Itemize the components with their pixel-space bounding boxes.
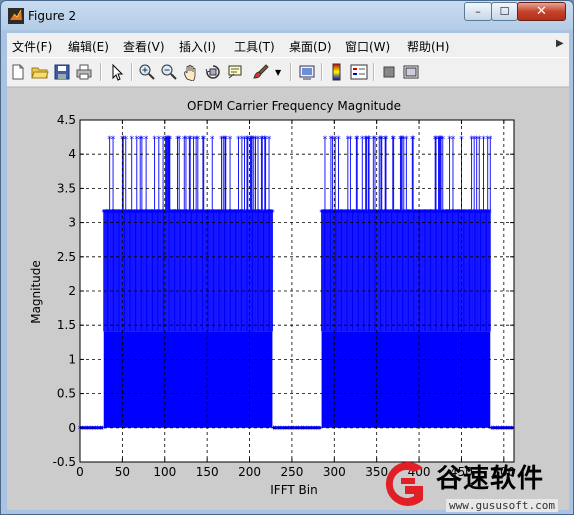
y-tick-label: 3 bbox=[68, 216, 76, 230]
open-icon[interactable] bbox=[31, 63, 49, 81]
series-point: * bbox=[384, 135, 389, 145]
toolbar: ▼ bbox=[7, 57, 569, 87]
brush-dropdown-icon[interactable]: ▼ bbox=[275, 68, 283, 86]
series-point: * bbox=[336, 135, 341, 145]
x-tick-label: 50 bbox=[115, 465, 130, 479]
series-point: * bbox=[451, 135, 456, 145]
close-button[interactable]: ✕ bbox=[517, 2, 566, 21]
edit-plot-arrow-icon[interactable] bbox=[108, 63, 126, 81]
series-point: * bbox=[323, 135, 328, 145]
y-tick-label: 2.5 bbox=[57, 250, 76, 264]
series-point: * bbox=[411, 135, 416, 145]
series-point: * bbox=[404, 135, 409, 145]
series-point: * bbox=[488, 135, 493, 145]
figure-canvas: * * * * * * * * * * * * * * * * * * * * * * * * * * * * * * * * * * * * * * * *… bbox=[7, 88, 569, 510]
series-point: * bbox=[487, 209, 492, 219]
link-plot-icon[interactable] bbox=[298, 63, 316, 81]
series-point: * bbox=[168, 135, 173, 145]
new-figure-icon[interactable] bbox=[9, 63, 27, 81]
series-point: * bbox=[391, 135, 396, 145]
toolbar-separator bbox=[131, 63, 133, 81]
series-point: * bbox=[202, 135, 207, 145]
save-icon[interactable] bbox=[53, 63, 71, 81]
menu-insert[interactable]: 插入(I) bbox=[179, 38, 216, 55]
watermark-url: www.gususoft.com bbox=[446, 499, 558, 512]
x-tick-label: 100 bbox=[153, 465, 176, 479]
series-point: * bbox=[267, 135, 272, 145]
y-tick-label: 3.5 bbox=[57, 181, 76, 195]
series-point: * bbox=[270, 209, 275, 219]
x-tick-label: 250 bbox=[280, 465, 303, 479]
x-tick-label: 300 bbox=[323, 465, 346, 479]
series-fill bbox=[103, 331, 273, 428]
menu-tools[interactable]: 工具(T) bbox=[234, 38, 275, 55]
series-point: * bbox=[317, 425, 322, 435]
menu-view[interactable]: 查看(V) bbox=[123, 38, 165, 55]
x-tick-label: 150 bbox=[196, 465, 219, 479]
series-point: * bbox=[348, 135, 353, 145]
series-point: * bbox=[124, 135, 129, 145]
y-tick-label: 2 bbox=[68, 284, 76, 298]
legend-icon[interactable] bbox=[350, 63, 368, 81]
x-tick-label: 0 bbox=[76, 465, 84, 479]
plot-area[interactable]: ****************************************… bbox=[7, 88, 569, 510]
series-point: * bbox=[210, 135, 215, 145]
x-axis-label: IFFT Bin bbox=[270, 483, 317, 497]
y-tick-label: 1 bbox=[68, 352, 76, 366]
minimize-icon: – bbox=[475, 5, 481, 18]
y-tick-label: 1.5 bbox=[57, 318, 76, 332]
watermark-logo bbox=[385, 462, 423, 506]
hide-plot-tools-icon[interactable] bbox=[380, 63, 398, 81]
y-axis-label: Magnitude bbox=[29, 260, 43, 324]
series-point: * bbox=[111, 135, 116, 145]
y-tick-label: 0 bbox=[68, 421, 76, 435]
series-point: * bbox=[441, 135, 446, 145]
show-plot-tools-icon[interactable] bbox=[402, 63, 420, 81]
print-icon[interactable] bbox=[75, 63, 93, 81]
menu-desktop[interactable]: 桌面(D) bbox=[289, 38, 332, 55]
series-point: * bbox=[509, 425, 514, 435]
y-tick-label: 4.5 bbox=[57, 113, 76, 127]
matlab-logo-icon bbox=[8, 8, 24, 24]
zoom-in-icon[interactable] bbox=[138, 63, 156, 81]
zoom-out-icon[interactable] bbox=[160, 63, 178, 81]
window-title: Figure 2 bbox=[28, 9, 77, 23]
series-point: * bbox=[228, 135, 233, 145]
figure-window: Figure 2 – ☐ ✕ 文件(F) 编辑(E) 查看(V) 插入(I) 工… bbox=[0, 0, 574, 515]
menu-overflow-arrow-icon[interactable]: ▶ bbox=[556, 38, 564, 49]
chart-title: OFDM Carrier Frequency Magnitude bbox=[187, 99, 401, 113]
pan-hand-icon[interactable] bbox=[182, 63, 200, 81]
toolbar-separator bbox=[321, 63, 323, 81]
watermark-text: 谷速软件 bbox=[436, 464, 545, 494]
menu-bar: 文件(F) 编辑(E) 查看(V) 插入(I) 工具(T) 桌面(D) 窗口(W… bbox=[7, 33, 569, 57]
toolbar-separator bbox=[373, 63, 375, 81]
toolbar-separator bbox=[290, 63, 292, 81]
x-tick-label: 200 bbox=[238, 465, 261, 479]
y-tick-label: 4 bbox=[68, 147, 76, 161]
maximize-button[interactable]: ☐ bbox=[491, 2, 518, 21]
close-icon: ✕ bbox=[536, 4, 547, 19]
menu-help[interactable]: 帮助(H) bbox=[407, 38, 449, 55]
y-tick-label: -0.5 bbox=[53, 455, 76, 469]
rotate-3d-icon[interactable] bbox=[204, 63, 222, 81]
menu-file[interactable]: 文件(F) bbox=[12, 38, 52, 55]
data-cursor-icon[interactable] bbox=[226, 63, 244, 81]
minimize-button[interactable]: – bbox=[464, 2, 492, 21]
colorbar-icon[interactable] bbox=[328, 63, 346, 81]
series-fill bbox=[321, 331, 491, 428]
maximize-icon: ☐ bbox=[499, 5, 510, 18]
y-tick-label: 0.5 bbox=[57, 387, 76, 401]
series-point: * bbox=[144, 135, 149, 145]
menu-edit[interactable]: 编辑(E) bbox=[68, 38, 109, 55]
title-bar[interactable]: Figure 2 – ☐ ✕ bbox=[1, 1, 573, 31]
menu-window[interactable]: 窗口(W) bbox=[345, 38, 390, 55]
toolbar-separator bbox=[100, 63, 102, 81]
brush-icon[interactable] bbox=[252, 63, 270, 81]
